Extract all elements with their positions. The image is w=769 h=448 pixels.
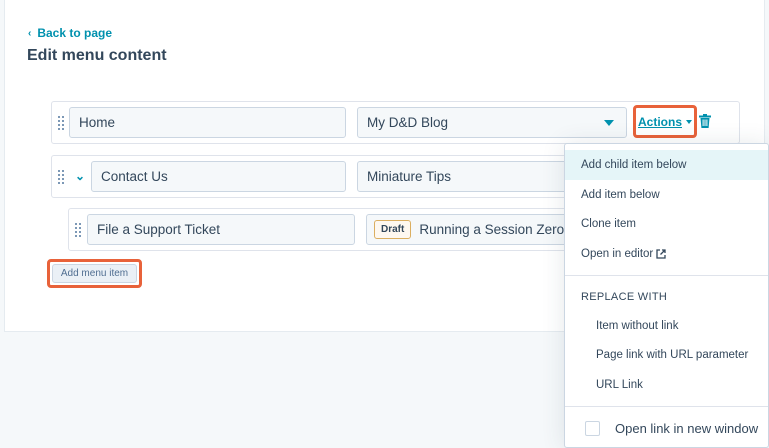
page-select-value: My D&D Blog [367,115,449,130]
page-select-value: Running a Session Zero [419,222,565,237]
menu-label-field[interactable]: Contact Us [91,161,346,192]
back-link-label: Back to page [37,26,113,40]
page-title: Edit menu content [27,47,167,64]
menu-item-label: Add child item below [581,159,687,171]
menu-item-label: Clone item [581,218,636,230]
chevron-down-icon[interactable]: ⌄ [73,169,87,183]
replace-with-header: REPLACE WITH [581,291,668,303]
menu-add-item-below[interactable]: Add item below [565,180,768,210]
menu-add-child-item[interactable]: Add child item below [565,150,768,180]
draft-badge: Draft [374,220,412,239]
menu-item-label: Item without link [596,320,679,332]
menu-page-link-url-parameter[interactable]: Page link with URL parameter [565,340,768,370]
drag-handle-icon[interactable] [58,116,64,130]
menu-item-label: Add item below [581,189,660,201]
menu-open-in-editor[interactable]: Open in editor [565,239,768,269]
page-select[interactable]: My D&D Blog [357,107,627,138]
menu-item-label: Page link with URL parameter [596,349,749,361]
actions-button[interactable]: Actions [633,105,697,138]
page-select-value: Miniature Tips [367,169,452,184]
menu-label-value: File a Support Ticket [97,222,221,237]
chevron-left-icon: ‹ [28,27,32,39]
menu-item-without-link[interactable]: Item without link [565,311,768,341]
menu-clone-item[interactable]: Clone item [565,209,768,239]
add-menu-item-highlight: Add menu item [47,259,142,288]
menu-url-link[interactable]: URL Link [565,370,768,400]
actions-dropdown-menu: Add child item below Add item below Clon… [564,143,769,448]
open-new-window-label: Open link in new window [615,420,759,436]
open-new-window-option[interactable]: Open link in new window [565,407,768,447]
menu-label-value: Contact Us [101,169,168,184]
menu-label-field[interactable]: File a Support Ticket [87,214,355,245]
trash-icon[interactable] [699,114,711,128]
caret-down-icon [686,119,692,124]
menu-label-field[interactable]: Home [69,107,346,138]
add-menu-item-button[interactable]: Add menu item [52,264,137,283]
actions-label: Actions [637,114,682,129]
menu-item-label: URL Link [596,379,643,391]
back-link[interactable]: ‹ Back to page [28,26,112,40]
dropdown-caret-icon [604,120,614,126]
menu-label-value: Home [79,115,116,130]
drag-handle-icon[interactable] [75,223,81,237]
drag-handle-icon[interactable] [58,170,64,184]
open-new-window-checkbox[interactable] [585,420,600,436]
menu-item-label: Open in editor [581,248,654,260]
menu-divider [565,275,768,276]
external-link-icon [656,249,666,259]
